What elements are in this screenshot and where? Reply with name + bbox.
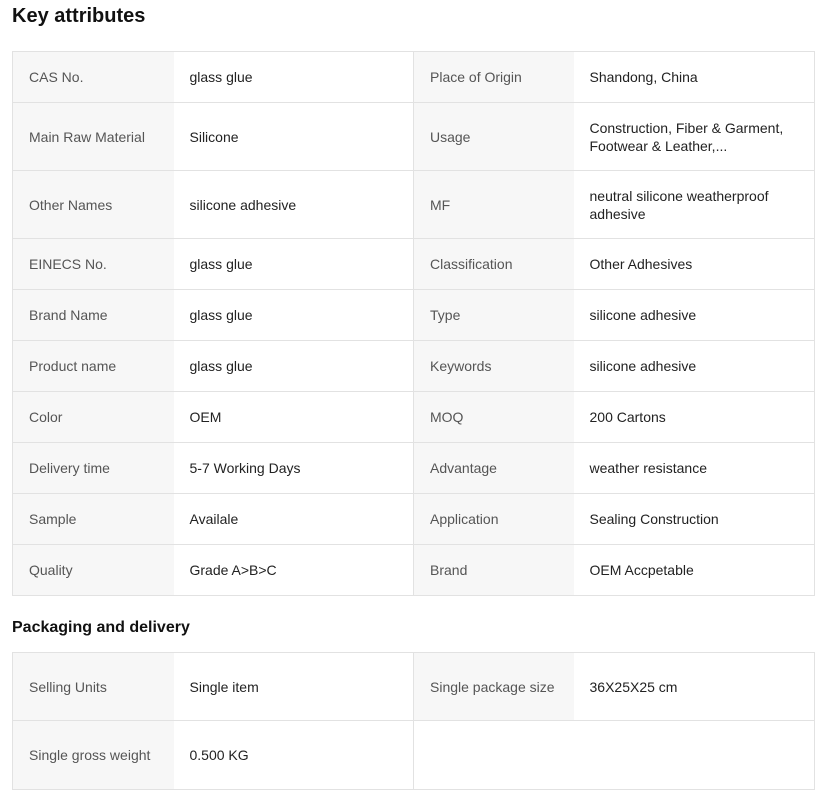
table-row: CAS No. glass glue Place of Origin Shand… bbox=[12, 51, 815, 103]
table-row: Main Raw Material Silicone Usage Constru… bbox=[12, 102, 815, 171]
attribute-value: Construction, Fiber & Garment, Footwear … bbox=[573, 102, 815, 171]
attribute-value: Grade A>B>C bbox=[173, 544, 414, 596]
attribute-label: MOQ bbox=[413, 391, 574, 443]
attribute-value: silicone adhesive bbox=[173, 170, 414, 239]
packaging-delivery-heading: Packaging and delivery bbox=[12, 619, 190, 636]
key-attributes-heading: Key attributes bbox=[12, 5, 146, 27]
attribute-value: neutral silicone weatherproof adhesive bbox=[573, 170, 815, 239]
attribute-value: OEM Accpetable bbox=[573, 544, 815, 596]
packaging-delivery-table: Selling Units Single item Single package… bbox=[12, 652, 815, 790]
attribute-label: Application bbox=[413, 493, 574, 545]
attribute-value: Other Adhesives bbox=[573, 238, 815, 290]
table-row: Quality Grade A>B>C Brand OEM Accpetable bbox=[12, 544, 815, 596]
attribute-value: 5-7 Working Days bbox=[173, 442, 414, 494]
attribute-value: Single item bbox=[173, 652, 414, 721]
attribute-value: silicone adhesive bbox=[573, 340, 815, 392]
attribute-label: Quality bbox=[12, 544, 174, 596]
empty-cell bbox=[413, 720, 815, 790]
table-row: EINECS No. glass glue Classification Oth… bbox=[12, 238, 815, 290]
table-row: Product name glass glue Keywords silicon… bbox=[12, 340, 815, 392]
attribute-label: Usage bbox=[413, 102, 574, 171]
attribute-value: Silicone bbox=[173, 102, 414, 171]
attribute-label: Single gross weight bbox=[12, 720, 174, 790]
attribute-value: OEM bbox=[173, 391, 414, 443]
table-row: Sample Availale Application Sealing Cons… bbox=[12, 493, 815, 545]
table-row: Other Names silicone adhesive MF neutral… bbox=[12, 170, 815, 239]
attribute-value: Availale bbox=[173, 493, 414, 545]
attribute-label: EINECS No. bbox=[12, 238, 174, 290]
attribute-label: Single package size bbox=[413, 652, 574, 721]
attribute-label: Sample bbox=[12, 493, 174, 545]
attribute-value: Shandong, China bbox=[573, 51, 815, 103]
attribute-label: CAS No. bbox=[12, 51, 174, 103]
attribute-label: Delivery time bbox=[12, 442, 174, 494]
table-row: Brand Name glass glue Type silicone adhe… bbox=[12, 289, 815, 341]
attribute-value: silicone adhesive bbox=[573, 289, 815, 341]
attribute-value: glass glue bbox=[173, 340, 414, 392]
key-attributes-table: CAS No. glass glue Place of Origin Shand… bbox=[12, 51, 815, 596]
attribute-value: 0.500 KG bbox=[173, 720, 414, 790]
attribute-label: Color bbox=[12, 391, 174, 443]
table-row: Selling Units Single item Single package… bbox=[12, 652, 815, 721]
table-row: Delivery time 5-7 Working Days Advantage… bbox=[12, 442, 815, 494]
table-row: Color OEM MOQ 200 Cartons bbox=[12, 391, 815, 443]
attribute-value: glass glue bbox=[173, 289, 414, 341]
attribute-label: Brand bbox=[413, 544, 574, 596]
attribute-label: Type bbox=[413, 289, 574, 341]
attribute-value: glass glue bbox=[173, 238, 414, 290]
attribute-label: Product name bbox=[12, 340, 174, 392]
attribute-value: glass glue bbox=[173, 51, 414, 103]
attribute-label: Selling Units bbox=[12, 652, 174, 721]
attribute-value: Sealing Construction bbox=[573, 493, 815, 545]
attribute-label: Keywords bbox=[413, 340, 574, 392]
attribute-value: 36X25X25 cm bbox=[573, 652, 815, 721]
table-row: Single gross weight 0.500 KG bbox=[12, 720, 815, 790]
attribute-label: Other Names bbox=[12, 170, 174, 239]
attribute-value: weather resistance bbox=[573, 442, 815, 494]
attribute-value: 200 Cartons bbox=[573, 391, 815, 443]
attribute-label: Brand Name bbox=[12, 289, 174, 341]
attribute-label: Advantage bbox=[413, 442, 574, 494]
attribute-label: Main Raw Material bbox=[12, 102, 174, 171]
attribute-label: MF bbox=[413, 170, 574, 239]
attribute-label: Place of Origin bbox=[413, 51, 574, 103]
attribute-label: Classification bbox=[413, 238, 574, 290]
